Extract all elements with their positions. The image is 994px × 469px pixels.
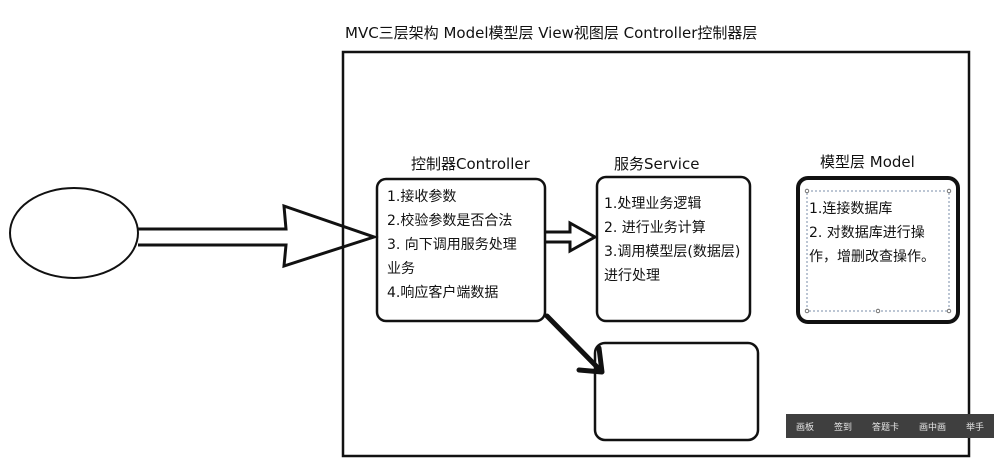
controller-lines: 1.接收参数 2.校验参数是否合法 3. 向下调用服务处理 业务 4.响应客户端… xyxy=(387,185,517,305)
classroom-toolbar: 画板 签到 答题卡 画中画 举手 xyxy=(786,414,994,438)
diagram-canvas: MVC三层架构 Model模型层 View视图层 Controller控制器层 … xyxy=(0,0,994,469)
service-line: 进行处理 xyxy=(604,268,660,284)
controller-line: 2.校验参数是否合法 xyxy=(387,213,513,229)
controller-label: 控制器Controller xyxy=(411,155,530,173)
model-line: 1.连接数据库 xyxy=(809,201,893,217)
controller-to-view-arrow xyxy=(544,313,604,374)
controller-line: 3. 向下调用服务处理 xyxy=(387,237,517,253)
selection-handle xyxy=(875,308,881,314)
toolbar-raise-hand-button[interactable]: 举手 xyxy=(966,420,984,433)
view-box xyxy=(593,341,760,442)
selection-handle xyxy=(946,308,952,314)
service-label: 服务Service xyxy=(614,155,700,173)
page-title: MVC三层架构 Model模型层 View视图层 Controller控制器层 xyxy=(345,24,758,42)
controller-line: 1.接收参数 xyxy=(387,189,457,205)
controller-line: 业务 xyxy=(387,261,415,277)
service-line: 2. 进行业务计算 xyxy=(604,220,706,236)
controller-line: 4.响应客户端数据 xyxy=(387,285,499,301)
service-line: 1.处理业务逻辑 xyxy=(604,196,702,212)
model-lines: 1.连接数据库 2. 对数据库进行操 作，增删改查操作。 xyxy=(809,197,935,269)
toolbar-answer-card-button[interactable]: 答题卡 xyxy=(872,420,899,433)
model-line: 作，增删改查操作。 xyxy=(809,249,935,265)
service-line: 3.调用模型层(数据层) xyxy=(604,244,741,260)
selection-handle xyxy=(804,188,810,194)
client-to-controller-arrow xyxy=(138,203,379,269)
service-lines: 1.处理业务逻辑 2. 进行业务计算 3.调用模型层(数据层) 进行处理 xyxy=(604,192,740,288)
controller-to-service-arrow xyxy=(546,220,599,254)
toolbar-whiteboard-button[interactable]: 画板 xyxy=(796,420,814,433)
selection-handle xyxy=(946,188,952,194)
client-ellipse xyxy=(9,187,139,279)
toolbar-checkin-button[interactable]: 签到 xyxy=(834,420,852,433)
toolbar-picture-in-picture-button[interactable]: 画中画 xyxy=(919,420,946,433)
model-label: 模型层 Model xyxy=(820,153,915,171)
selection-handle xyxy=(804,308,810,314)
model-line: 2. 对数据库进行操 xyxy=(809,225,925,241)
